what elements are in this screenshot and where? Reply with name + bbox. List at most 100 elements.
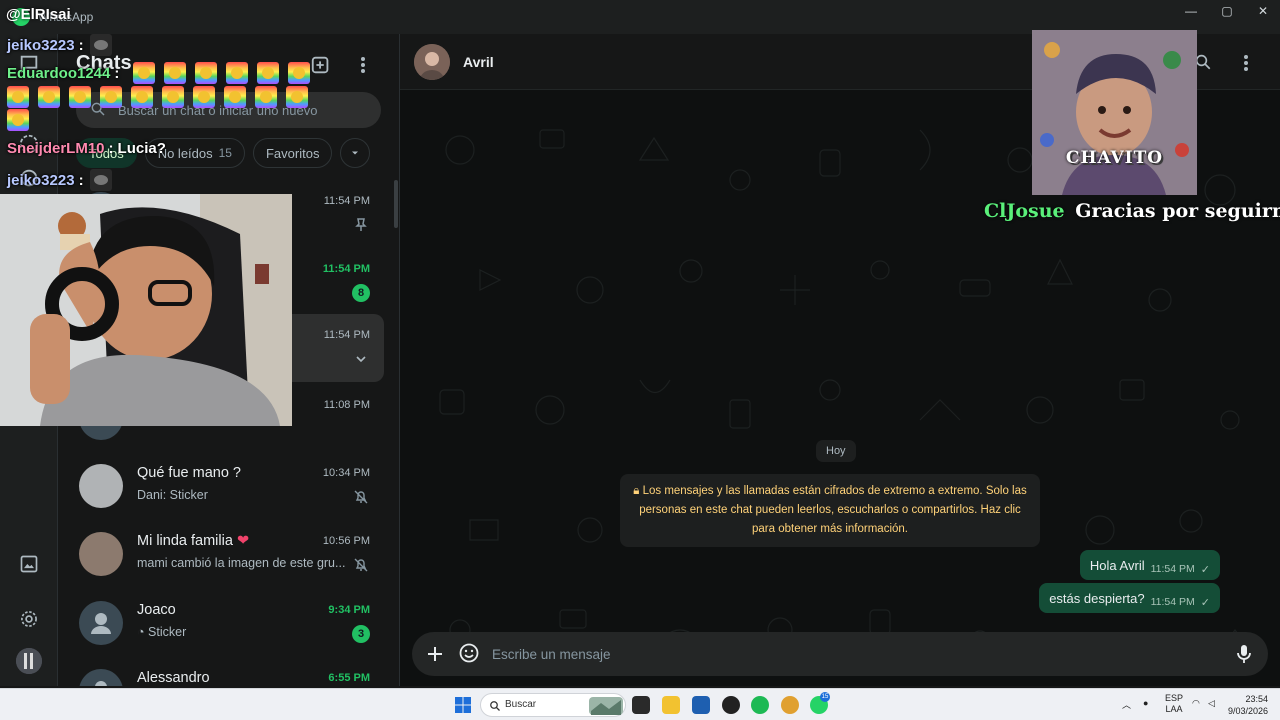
- chat-list-item[interactable]: Alessandro 6:55 PM: [58, 657, 384, 686]
- chat-time: 11:54 PM: [323, 329, 370, 341]
- attach-plus-icon[interactable]: [424, 643, 446, 665]
- message-time: 11:54 PM: [1150, 596, 1195, 608]
- profile-avatar[interactable]: [16, 648, 42, 674]
- emote-icon: [89, 34, 112, 56]
- rainbow-emote-icon: [193, 86, 215, 108]
- sticker-icon: ◔: [137, 625, 149, 639]
- windows-start-icon[interactable]: [455, 697, 471, 713]
- chat-username: jeiko3223: [7, 171, 75, 189]
- alert-username: ClJosue: [984, 200, 1065, 222]
- filter-chip-favoritos[interactable]: Favoritos: [252, 138, 333, 168]
- chat-separator: :: [114, 64, 120, 82]
- stream-chat-line: SneijderLM10 : Lucia?: [7, 140, 166, 157]
- minimize-button[interactable]: —: [1184, 4, 1198, 18]
- rainbow-emote-icon: [38, 86, 60, 108]
- contact-name[interactable]: Avril: [463, 54, 494, 70]
- tray-chevron-up-icon[interactable]: ︿: [1122, 698, 1131, 711]
- message-time: 11:54 PM: [1150, 563, 1195, 575]
- rainbow-emote-icon: [226, 62, 249, 84]
- chat-time: 11:54 PM: [322, 263, 370, 275]
- chevron-down-icon[interactable]: [354, 352, 368, 366]
- media-gallery-icon[interactable]: [17, 552, 41, 576]
- conversation-menu-icon[interactable]: [1238, 53, 1254, 73]
- contact-avatar[interactable]: [414, 44, 450, 80]
- chat-list-item[interactable]: Joaco ◔ Sticker 9:34 PM 3: [58, 589, 384, 657]
- close-button[interactable]: ✕: [1256, 4, 1270, 18]
- language-indicator[interactable]: ESP LAA: [1165, 693, 1183, 715]
- file-explorer-icon[interactable]: [662, 696, 680, 714]
- encryption-notice[interactable]: 🔒︎ Los mensajes y las llamadas están cif…: [620, 474, 1040, 547]
- desktop: WhatsApp — ▢ ✕ Chats Buscar un chat o in…: [0, 0, 1280, 720]
- rainbow-emote-icon: [286, 86, 308, 108]
- chat-separator: :: [108, 140, 114, 157]
- search-icon[interactable]: [1194, 53, 1214, 73]
- chat-list-scrollbar[interactable]: [394, 180, 398, 228]
- default-avatar-icon: [79, 601, 123, 645]
- outgoing-message[interactable]: Hola Avril 11:54 PM ✓: [1079, 550, 1220, 580]
- chat-time: 10:34 PM: [322, 467, 370, 479]
- chat-name: Joaco: [137, 602, 176, 618]
- taskbar-search[interactable]: Buscar: [480, 693, 626, 717]
- rainbow-emote-icon: [7, 109, 29, 131]
- rainbow-emote-icon: [257, 62, 280, 84]
- store-icon[interactable]: [692, 696, 710, 714]
- stream-channel-handle: @ElRIsai: [6, 6, 71, 23]
- sidebar-menu-icon[interactable]: [354, 54, 372, 76]
- heart-icon: ❤: [236, 533, 250, 549]
- sticker-emoji-icon[interactable]: [458, 642, 480, 664]
- spotify-icon[interactable]: [751, 696, 769, 714]
- emote-icon: [89, 169, 112, 191]
- rainbow-emote-icon: [288, 62, 311, 84]
- chat-list-item[interactable]: Mi linda familia ❤ mami cambió la imagen…: [58, 520, 384, 588]
- chat-list-item[interactable]: Qué fue mano ? Dani: Sticker 10:34 PM: [58, 452, 384, 520]
- unread-badge: 3: [352, 625, 370, 643]
- clock-time: 23:54: [1245, 694, 1268, 704]
- chat-message: Lucia?: [117, 140, 166, 157]
- chat-separator: :: [78, 36, 84, 54]
- tray-mic-icon[interactable]: ●: [1143, 698, 1148, 708]
- whatsapp-unread-badge: 15: [820, 692, 830, 702]
- pin-icon: [354, 218, 368, 232]
- message-input[interactable]: [492, 632, 1192, 676]
- outgoing-message[interactable]: estás despierta? 11:54 PM ✓: [1039, 583, 1220, 613]
- message-text: Hola Avril: [1089, 557, 1145, 573]
- windows-taskbar: Buscar 15 ︿ ● ESP LAA ◠ ◁ 23:54 9/03/202…: [0, 688, 1280, 720]
- chat-time: 11:54 PM: [323, 195, 370, 207]
- sent-check-icon: ✓: [1200, 596, 1210, 609]
- microphone-icon[interactable]: [1234, 643, 1254, 665]
- chat-name: Mi linda familia ❤: [137, 533, 249, 549]
- obs-icon[interactable]: [722, 696, 740, 714]
- window-controls: — ▢ ✕: [1184, 4, 1270, 18]
- chat-name-text: Mi linda familia: [137, 533, 233, 549]
- chat-username: SneijderLM10: [7, 140, 105, 157]
- chat-time: 10:56 PM: [322, 535, 370, 547]
- muted-icon: [354, 558, 368, 572]
- maximize-button[interactable]: ▢: [1220, 4, 1234, 18]
- lang-layout: LAA: [1165, 704, 1183, 714]
- rainbow-emote-icon: [69, 86, 91, 108]
- follower-alert-message: ClJosue Gracias por seguirme!!: [984, 200, 1280, 222]
- chrome-icon[interactable]: [781, 696, 799, 714]
- rainbow-emote-icon: [7, 86, 29, 108]
- stream-chat-emote-row: [7, 109, 38, 131]
- chevron-down-icon: [352, 151, 359, 155]
- taskbar-clock[interactable]: 23:54 9/03/2026: [1228, 693, 1268, 717]
- rainbow-emote-icon: [162, 86, 184, 108]
- unread-count: 15: [218, 146, 232, 160]
- volume-icon[interactable]: ◁: [1208, 698, 1215, 709]
- chat-name: Alessandro: [137, 670, 210, 686]
- encryption-notice-text: Los mensajes y las llamadas están cifrad…: [639, 485, 1027, 535]
- stream-chat-emote-row: [7, 86, 317, 108]
- muted-icon: [354, 490, 368, 504]
- sent-check-icon: ✓: [1200, 563, 1210, 576]
- rainbow-emote-icon: [131, 86, 153, 108]
- filter-more-button[interactable]: [340, 138, 371, 168]
- lock-icon: 🔒︎: [633, 485, 643, 497]
- wifi-icon[interactable]: ◠: [1192, 698, 1200, 709]
- clock-date: 9/03/2026: [1227, 706, 1268, 716]
- stream-chat-line: jeiko3223 :: [7, 169, 112, 191]
- taskbar-app-icon[interactable]: [632, 696, 650, 714]
- settings-gear-icon[interactable]: [17, 607, 41, 631]
- message-composer: [412, 632, 1268, 676]
- chat-avatar: [79, 464, 123, 508]
